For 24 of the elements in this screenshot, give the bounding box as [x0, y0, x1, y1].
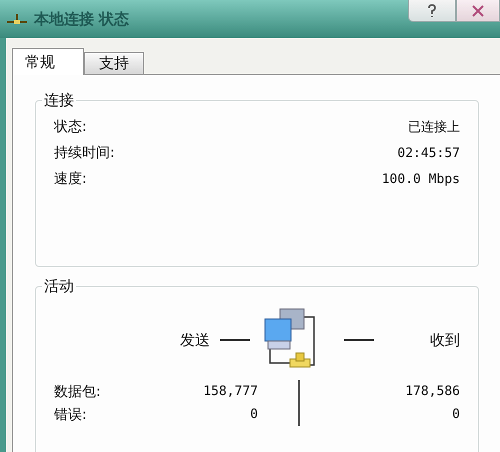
close-icon — [471, 4, 485, 16]
field-label: 数据包: — [54, 382, 101, 400]
close-button[interactable] — [456, 0, 500, 22]
sent-count: 0 — [250, 407, 258, 422]
window-title: 本地连接 状态 — [34, 10, 130, 28]
received-label: 收到 — [430, 330, 460, 350]
group-title: 连接 — [43, 91, 75, 110]
tab[interactable]: 常规 — [12, 48, 84, 75]
received-count: 178,586 — [405, 384, 460, 399]
sent-count: 158,777 — [203, 384, 258, 399]
field-label: 状态: — [54, 118, 87, 136]
field-value: 已连接上 — [408, 119, 460, 136]
help-icon — [426, 4, 438, 18]
field-label: 速度: — [54, 170, 87, 188]
field-label: 持续时间: — [54, 144, 115, 162]
field-value: 100.0 Mbps — [382, 172, 460, 186]
help-button[interactable] — [408, 0, 456, 22]
sent-label: 发送 — [180, 330, 210, 350]
network-icon — [6, 11, 28, 27]
field-value: 02:45:57 — [397, 146, 460, 160]
tab[interactable]: 支持 — [84, 52, 144, 74]
group-title: 活动 — [43, 277, 75, 296]
field-label: 错误: — [54, 406, 87, 424]
received-count: 0 — [452, 407, 460, 422]
